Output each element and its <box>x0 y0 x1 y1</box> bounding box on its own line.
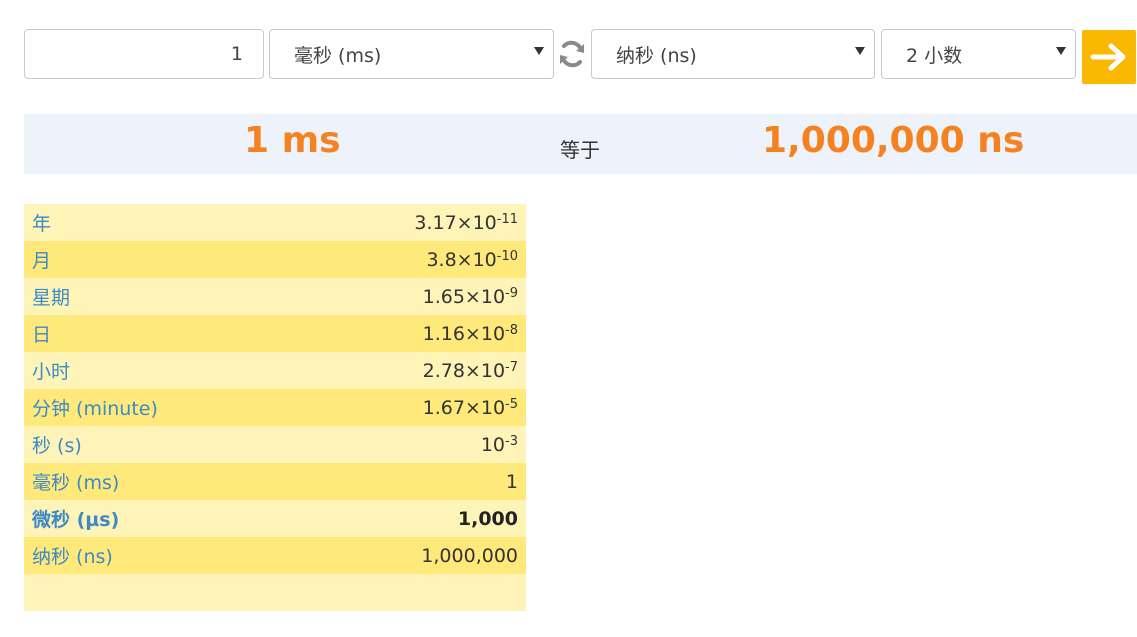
unit-name: 日 <box>32 324 52 346</box>
unit-value: 1 <box>296 463 526 500</box>
result-banner: 1 ms 等于 1,000,000 ns <box>24 114 1137 174</box>
unit-value: 1.16×10-8 <box>296 315 526 352</box>
unit-name: 秒 (s) <box>32 435 82 457</box>
value-input-text: 1 <box>230 43 243 65</box>
value-mantissa: 10 <box>480 433 506 456</box>
unit-name: 毫秒 (ms) <box>32 472 120 494</box>
value-mantissa: 1,000 <box>457 507 518 530</box>
table-row: 月 3.8×10-10 <box>24 241 526 278</box>
from-unit-select[interactable]: 毫秒 (ms) <box>269 29 554 79</box>
result-input-value: 1 ms <box>244 120 341 161</box>
value-mantissa: 1 <box>505 470 518 493</box>
value-mantissa: 1,000,000 <box>421 544 518 567</box>
value-mantissa: 1.67×10 <box>422 396 506 419</box>
value-mantissa: 2.78×10 <box>422 359 506 382</box>
unit-value: 2.78×10-7 <box>296 352 526 389</box>
result-output-value: 1,000,000 ns <box>762 120 1025 161</box>
unit-name: 微秒 (µs) <box>32 509 120 531</box>
value-input[interactable]: 1 <box>24 29 264 79</box>
value-exponent: -5 <box>505 396 518 412</box>
table-row: 分钟 (minute) 1.67×10-5 <box>24 389 526 426</box>
value-exponent: -3 <box>505 433 518 449</box>
refresh-swap-icon[interactable] <box>557 38 587 70</box>
table-row <box>24 574 526 611</box>
unit-name: 星期 <box>32 287 71 309</box>
from-unit-selected: 毫秒 (ms) <box>294 44 382 67</box>
decimals-select[interactable]: 2 小数 <box>881 29 1076 79</box>
table-row: 毫秒 (ms) 1 <box>24 463 526 500</box>
value-exponent: -9 <box>505 285 518 301</box>
unit-value <box>296 574 526 611</box>
unit-value: 1.67×10-5 <box>296 389 526 426</box>
unit-value: 1,000 <box>296 500 526 537</box>
caret-down-icon <box>534 47 544 55</box>
decimals-selected: 2 小数 <box>906 44 963 67</box>
value-mantissa: 1.16×10 <box>422 322 506 345</box>
arrow-right-icon <box>1090 43 1126 71</box>
value-exponent: -11 <box>496 211 518 227</box>
unit-name: 月 <box>32 250 52 272</box>
value-exponent: -8 <box>505 322 518 338</box>
unit-value: 3.17×10-11 <box>296 204 526 241</box>
table-row: 纳秒 (ns) 1,000,000 <box>24 537 526 574</box>
unit-name: 年 <box>32 213 52 235</box>
unit-value: 1,000,000 <box>296 537 526 574</box>
unit-name: 纳秒 (ns) <box>32 546 113 568</box>
value-exponent: -7 <box>505 359 518 375</box>
unit-name <box>24 574 296 611</box>
table-row: 日 1.16×10-8 <box>24 315 526 352</box>
caret-down-icon <box>1056 47 1066 55</box>
value-exponent: -10 <box>496 248 518 264</box>
unit-value: 10-3 <box>296 426 526 463</box>
equals-label: 等于 <box>560 138 600 162</box>
to-unit-selected: 纳秒 (ns) <box>616 44 697 67</box>
table-row: 微秒 (µs) 1,000 <box>24 500 526 537</box>
unit-value: 1.65×10-9 <box>296 278 526 315</box>
value-mantissa: 3.17×10 <box>414 211 497 234</box>
value-mantissa: 3.8×10 <box>426 248 497 271</box>
value-mantissa: 1.65×10 <box>422 285 506 308</box>
unit-name: 小时 <box>32 361 71 383</box>
convert-button[interactable] <box>1082 30 1136 84</box>
unit-value: 3.8×10-10 <box>296 241 526 278</box>
table-row: 星期 1.65×10-9 <box>24 278 526 315</box>
table-row: 小时 2.78×10-7 <box>24 352 526 389</box>
unit-name: 分钟 (minute) <box>32 398 158 420</box>
to-unit-select[interactable]: 纳秒 (ns) <box>591 29 875 79</box>
table-row: 年 3.17×10-11 <box>24 204 526 241</box>
conversion-table: 年 3.17×10-11 月 3.8×10-10 星期 1.65×10-9 日 1.16×10… <box>24 204 526 611</box>
caret-down-icon <box>855 47 865 55</box>
table-row: 秒 (s) 10-3 <box>24 426 526 463</box>
